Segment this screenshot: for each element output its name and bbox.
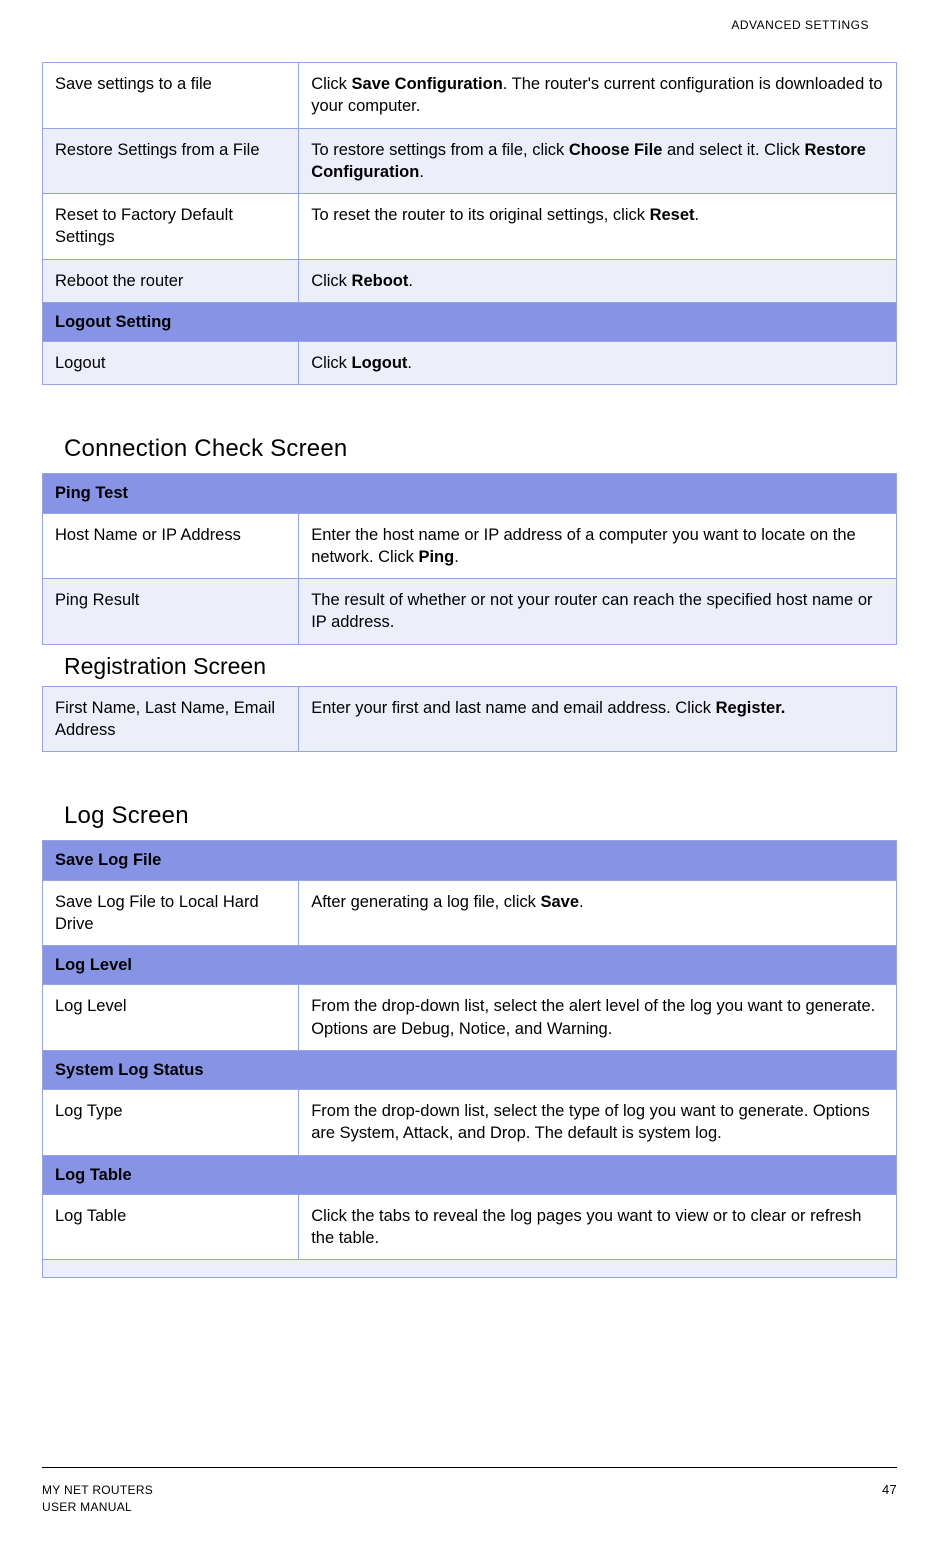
table-row: Logout Click Logout. [43,342,897,385]
text: Click [311,272,351,290]
bold-text: Reboot [352,272,409,290]
cell-desc: Click Reboot. [299,259,897,302]
text: . [408,272,413,290]
cell-desc: Click Logout. [299,342,897,385]
registration-table: First Name, Last Name, Email Address Ent… [42,686,897,753]
table-row: Log Level From the drop-down list, selec… [43,985,897,1051]
table-row: Log Type From the drop-down list, select… [43,1090,897,1156]
section-header-cell: Save Log File [43,841,897,880]
table-row: Reset to Factory Default Settings To res… [43,194,897,260]
cell-desc: The result of whether or not your router… [299,579,897,645]
section-header-row: Ping Test [43,474,897,513]
bold-text: Register. [716,699,786,717]
footer-product: MY NET ROUTERS [42,1482,153,1499]
cell-label: Log Type [43,1090,299,1156]
cell-desc: Click the tabs to reveal the log pages y… [299,1194,897,1260]
cell-label: Ping Result [43,579,299,645]
table-row: Save settings to a file Click Save Confi… [43,63,897,129]
cell-label: Reboot the router [43,259,299,302]
bold-text: Ping [418,548,454,566]
cell-label: Reset to Factory Default Settings [43,194,299,260]
cell-desc: Click Save Configuration. The router's c… [299,63,897,129]
spacer-row [43,1260,897,1278]
spacer-cell [43,1260,897,1278]
log-screen-table: Save Log File Save Log File to Local Har… [42,840,897,1278]
header-title: ADVANCED SETTINGS [731,18,869,32]
cell-desc: From the drop-down list, select the type… [299,1090,897,1156]
cell-label: First Name, Last Name, Email Address [43,686,299,752]
text: . [454,548,459,566]
text: . [407,354,412,372]
content-area: Save settings to a file Click Save Confi… [0,62,939,1278]
section-header-cell: System Log Status [43,1050,897,1089]
text: To reset the router to its original sett… [311,206,649,224]
section-header-row: System Log Status [43,1050,897,1089]
page-footer: MY NET ROUTERS USER MANUAL 47 [42,1467,897,1516]
text: Click [311,354,351,372]
heading-log-screen: Log Screen [64,802,897,830]
cell-label: Log Table [43,1194,299,1260]
section-header-cell: Logout Setting [43,302,897,341]
text: . [695,206,700,224]
text: The result of whether or not your router… [311,591,872,631]
section-header-cell: Log Table [43,1155,897,1194]
settings-table: Save settings to a file Click Save Confi… [42,62,897,385]
table-row: Ping Result The result of whether or not… [43,579,897,645]
text: To restore settings from a file, click [311,141,569,159]
text: Click [311,75,351,93]
page-number: 47 [882,1482,897,1497]
bold-text: Logout [352,354,408,372]
table-row: Restore Settings from a File To restore … [43,128,897,194]
text: Enter your first and last name and email… [311,699,715,717]
section-header-row: Log Level [43,946,897,985]
section-header-cell: Log Level [43,946,897,985]
cell-label: Log Level [43,985,299,1051]
cell-desc: To restore settings from a file, click C… [299,128,897,194]
connection-check-table: Ping Test Host Name or IP Address Enter … [42,473,897,644]
cell-label: Save settings to a file [43,63,299,129]
footer-doc-type: USER MANUAL [42,1499,153,1516]
cell-desc: Enter the host name or IP address of a c… [299,513,897,579]
text: Enter the host name or IP address of a c… [311,526,856,566]
section-header-cell: Ping Test [43,474,897,513]
heading-registration: Registration Screen [64,653,897,680]
table-row: Log Table Click the tabs to reveal the l… [43,1194,897,1260]
bold-text: Save Configuration [352,75,503,93]
cell-desc: From the drop-down list, select the aler… [299,985,897,1051]
section-header-row: Log Table [43,1155,897,1194]
section-header-row: Save Log File [43,841,897,880]
table-row: Host Name or IP Address Enter the host n… [43,513,897,579]
table-row: Reboot the router Click Reboot. [43,259,897,302]
bold-text: Save [540,893,579,911]
page-header: ADVANCED SETTINGS [0,0,939,32]
cell-label: Logout [43,342,299,385]
footer-content: MY NET ROUTERS USER MANUAL 47 [42,1482,897,1516]
cell-label: Host Name or IP Address [43,513,299,579]
bold-text: Choose File [569,141,663,159]
table-row: Save Log File to Local Hard Drive After … [43,880,897,946]
text: . [419,163,424,181]
table-row: First Name, Last Name, Email Address Ent… [43,686,897,752]
cell-desc: Enter your first and last name and email… [299,686,897,752]
bold-text: Reset [650,206,695,224]
cell-label: Save Log File to Local Hard Drive [43,880,299,946]
heading-connection-check: Connection Check Screen [64,435,897,463]
section-header-row: Logout Setting [43,302,897,341]
text: and select it. Click [662,141,804,159]
footer-left: MY NET ROUTERS USER MANUAL [42,1482,153,1516]
text: . [579,893,584,911]
cell-desc: To reset the router to its original sett… [299,194,897,260]
cell-desc: After generating a log file, click Save. [299,880,897,946]
footer-separator [42,1467,897,1468]
text: After generating a log file, click [311,893,540,911]
cell-label: Restore Settings from a File [43,128,299,194]
